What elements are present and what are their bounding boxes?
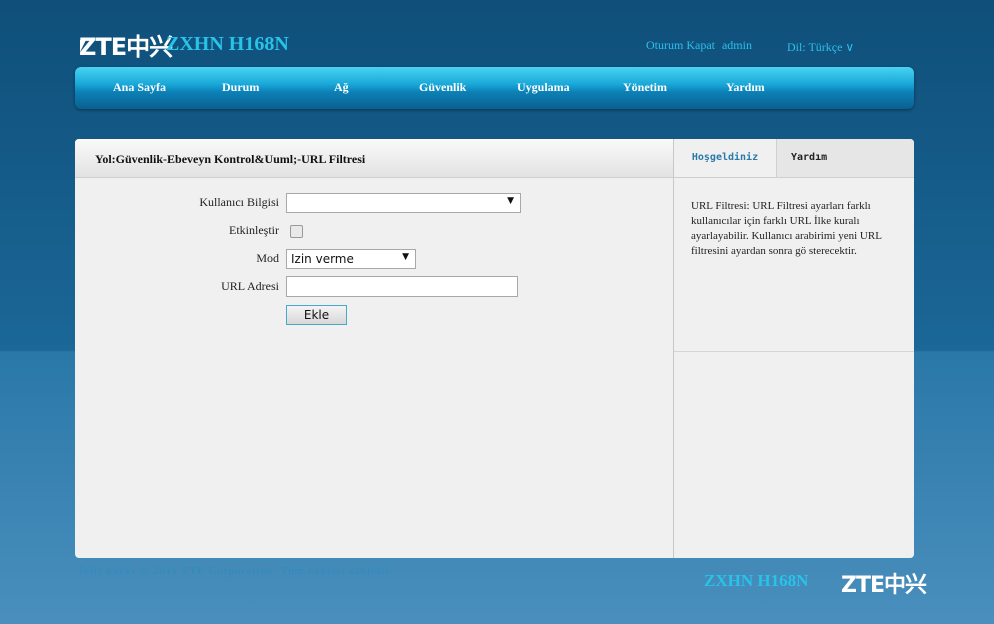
user-info-select[interactable]: ▼: [286, 193, 521, 213]
help-text: URL Filtresi: URL Filtresi ayarları fark…: [691, 200, 882, 257]
main-nav: Ana Sayfa Durum Ağ Güvenlik Uygulama Yön…: [75, 67, 914, 109]
language-selector[interactable]: Dil: Türkçe ∨: [787, 40, 854, 55]
nav-network[interactable]: Ağ: [334, 80, 349, 95]
logout-label[interactable]: Oturum Kapat: [646, 38, 715, 52]
nav-status[interactable]: Durum: [222, 80, 259, 95]
copyright-text: Telif hakkı © 2011 ZTE Corporation. Tüm …: [77, 565, 394, 577]
nav-management[interactable]: Yönetim: [623, 80, 667, 95]
mode-select[interactable]: Izin verme ▼: [286, 249, 416, 269]
mode-value: Izin verme: [291, 252, 354, 266]
nav-home[interactable]: Ana Sayfa: [113, 80, 166, 95]
nav-security[interactable]: Güvenlik: [419, 80, 466, 95]
mode-label: Mod: [256, 251, 279, 265]
zte-logo: ZTE中兴: [79, 33, 173, 61]
footer-model: ZXHN H168N: [704, 571, 809, 590]
breadcrumb: Yol:Güvenlik-Ebeveyn Kontrol&Uuml;-URL F…: [95, 152, 366, 166]
divider: [674, 351, 914, 352]
user-name: admin: [721, 38, 752, 52]
user-info-label: Kullanıcı Bilgisi: [199, 195, 279, 209]
nav-help[interactable]: Yardım: [726, 80, 765, 95]
tab-help[interactable]: Yardım: [791, 139, 827, 177]
url-input[interactable]: [286, 276, 518, 297]
panel-header: Yol:Güvenlik-Ebeveyn Kontrol&Uuml;-URL F…: [75, 139, 673, 178]
mouse-cursor-icon: [80, 40, 86, 52]
side-panel: Hoşgeldiniz Yardım URL Filtresi: URL Fil…: [673, 139, 914, 558]
side-tabs: Hoşgeldiniz Yardım: [674, 139, 914, 178]
header: ZTE中兴 ZXHN H168N Oturum Kapat admin Dil:…: [0, 0, 994, 66]
logout-link[interactable]: Oturum Kapat admin: [646, 38, 752, 53]
enable-label: Etkinleştir: [229, 223, 279, 237]
url-label: URL Adresi: [221, 279, 279, 293]
footer-zte-logo: ZTE中兴: [841, 573, 927, 598]
dropdown-arrow-icon: ▼: [507, 196, 514, 206]
add-button[interactable]: Ekle: [286, 305, 347, 325]
enable-checkbox[interactable]: [290, 225, 303, 238]
model-title: ZXHN H168N: [166, 33, 289, 55]
nav-application[interactable]: Uygulama: [517, 80, 570, 95]
tab-welcome[interactable]: Hoşgeldiniz: [674, 139, 777, 177]
content-panel: Yol:Güvenlik-Ebeveyn Kontrol&Uuml;-URL F…: [75, 139, 914, 558]
dropdown-arrow-icon: ▼: [402, 252, 409, 262]
